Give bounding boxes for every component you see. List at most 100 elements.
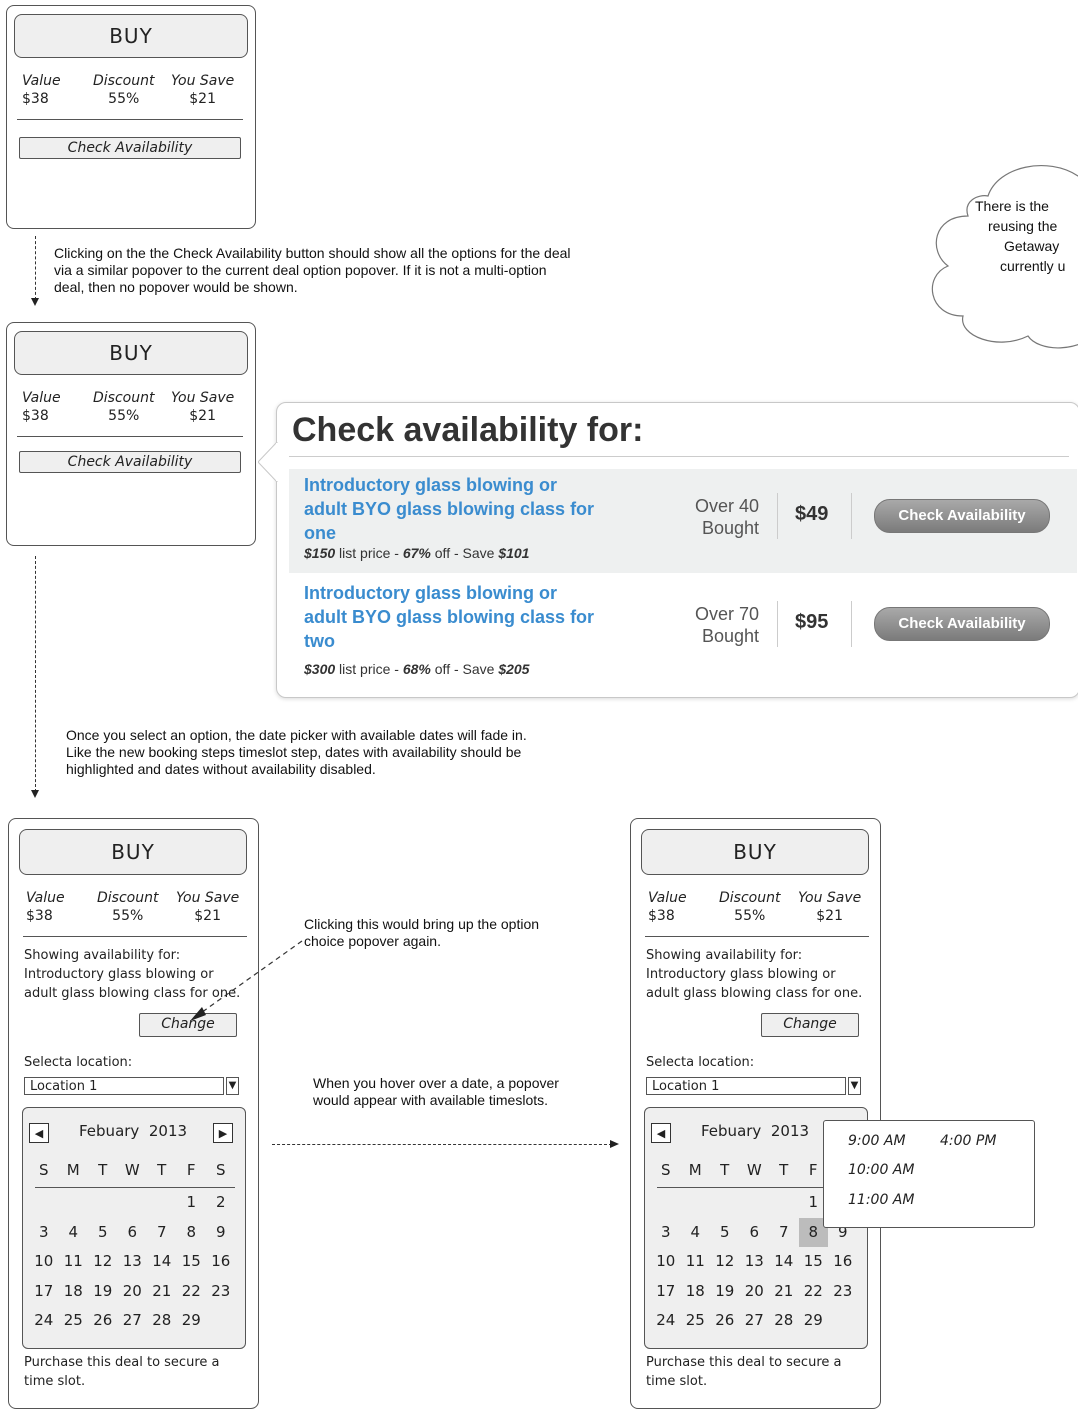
option-price-line: $150 list price - 67% off - Save $101 [304,545,530,561]
empty-day [147,1188,177,1218]
separator [777,601,778,647]
calendar-day[interactable]: 11 [59,1247,89,1277]
calendar-day[interactable]: 29 [799,1306,829,1336]
calendar-day[interactable]: 25 [59,1306,89,1336]
next-month-icon[interactable]: ▶ [213,1123,233,1143]
chevron-down-icon[interactable]: ▼ [226,1077,239,1095]
calendar-day[interactable]: 20 [740,1277,770,1307]
check-availability-button[interactable]: Check Availability [874,607,1050,641]
calendar-day[interactable]: 5 [88,1218,118,1248]
empty-day [769,1188,799,1218]
discount-stat: Discount 55% [93,390,155,424]
divider [17,436,243,437]
location-select[interactable]: Location 1 [646,1077,846,1095]
calendar-day[interactable]: 28 [147,1306,177,1336]
note-check-availability: Clicking on the the Check Availability b… [54,245,571,295]
calendar-day[interactable]: 26 [88,1306,118,1336]
buy-button[interactable]: BUY [641,829,869,875]
calendar-day[interactable]: 10 [29,1247,59,1277]
calendar-day[interactable]: 20 [118,1277,148,1307]
calendar-day[interactable]: 12 [710,1247,740,1277]
option-title[interactable]: Introductory glass blowing or adult BYO … [304,473,604,545]
option-price: $95 [795,611,829,633]
option-title[interactable]: Introductory glass blowing or adult BYO … [304,581,604,653]
calendar-day[interactable]: 18 [59,1277,89,1307]
chevron-down-icon[interactable]: ▼ [848,1077,861,1095]
check-availability-popover: Check availability for: Introductory gla… [276,402,1078,698]
calendar-day[interactable]: 4 [59,1218,89,1248]
change-button[interactable]: Change [761,1013,859,1037]
footer-text-line-2: time slot. [24,1374,86,1389]
value-stat: Value $38 [648,890,687,924]
calendar-day[interactable]: 24 [651,1306,681,1336]
you-save-stat: You Save $21 [176,890,240,924]
timeslot[interactable]: 11:00 AM [848,1192,914,1208]
calendar-day[interactable]: 12 [88,1247,118,1277]
calendar-day[interactable]: 7 [147,1218,177,1248]
calendar-day[interactable]: 13 [118,1247,148,1277]
timeslot-popover: 9:00 AM 4:00 PM 10:00 AM 11:00 AM [823,1120,1035,1228]
calendar-day[interactable]: 29 [177,1306,207,1336]
empty-day [681,1188,711,1218]
calendar-day[interactable]: 24 [29,1306,59,1336]
note-change-button: Clicking this would bring up the option … [304,916,540,949]
calendar-day[interactable]: 18 [681,1277,711,1307]
calendar-day[interactable]: 7 [769,1218,799,1248]
calendar-day[interactable]: 16 [828,1247,858,1277]
prev-month-icon[interactable]: ◀ [651,1123,671,1143]
timeslot[interactable]: 10:00 AM [848,1162,914,1178]
calendar-day[interactable]: 11 [681,1247,711,1277]
divider [645,936,869,937]
calendar-day[interactable]: 23 [206,1277,236,1307]
option-row-1[interactable]: Introductory glass blowing or adult BYO … [289,469,1077,573]
calendar-day[interactable]: 22 [177,1277,207,1307]
calendar-day[interactable]: 5 [710,1218,740,1248]
calendar-day[interactable]: 21 [769,1277,799,1307]
calendar-day[interactable]: 1 [177,1188,207,1218]
prev-month-icon[interactable]: ◀ [29,1123,49,1143]
calendar-day[interactable]: 14 [769,1247,799,1277]
location-select[interactable]: Location 1 [24,1077,224,1095]
timeslot[interactable]: 4:00 PM [940,1133,996,1149]
calendar-day[interactable]: 3 [29,1218,59,1248]
calendar-day[interactable]: 15 [177,1247,207,1277]
calendar-day[interactable]: 4 [681,1218,711,1248]
calendar-day[interactable]: 27 [118,1306,148,1336]
calendar-day[interactable]: 6 [740,1218,770,1248]
calendar-day[interactable]: 9 [206,1218,236,1248]
flow-arrow-1 [35,236,36,300]
weekday-label: S [38,1161,49,1179]
calendar-day[interactable]: 21 [147,1277,177,1307]
buy-button[interactable]: BUY [19,829,247,875]
calendar-day[interactable]: 28 [769,1306,799,1336]
empty-day [88,1188,118,1218]
calendar-day[interactable]: 17 [651,1277,681,1307]
calendar-day[interactable]: 10 [651,1247,681,1277]
calendar-day[interactable]: 6 [118,1218,148,1248]
option-row-2[interactable]: Introductory glass blowing or adult BYO … [289,577,1077,681]
calendar-day[interactable]: 26 [710,1306,740,1336]
calendar-day[interactable]: 19 [88,1277,118,1307]
calendar-day[interactable]: 3 [651,1218,681,1248]
calendar-day[interactable]: 15 [799,1247,829,1277]
showing-availability-label: Showing availability for: [24,948,181,963]
calendar-day[interactable]: 27 [740,1306,770,1336]
calendar-day[interactable]: 23 [828,1277,858,1307]
calendar-day[interactable]: 2 [206,1188,236,1218]
calendar-day[interactable]: 13 [740,1247,770,1277]
calendar-day[interactable]: 16 [206,1247,236,1277]
calendar-day[interactable]: 25 [681,1306,711,1336]
buy-button[interactable]: BUY [14,331,248,375]
calendar-day[interactable]: 22 [799,1277,829,1307]
calendar-day[interactable]: 14 [147,1247,177,1277]
calendar-day[interactable]: 19 [710,1277,740,1307]
buy-button[interactable]: BUY [14,14,248,58]
check-availability-button[interactable]: Check Availability [19,451,241,473]
location-label: Selecta location: [646,1055,755,1070]
check-availability-button[interactable]: Check Availability [874,499,1050,533]
calendar-day[interactable]: 17 [29,1277,59,1307]
timeslot[interactable]: 9:00 AM [848,1133,906,1149]
check-availability-button[interactable]: Check Availability [19,137,241,159]
change-arrow [190,940,303,1021]
calendar-day[interactable]: 8 [177,1218,207,1248]
